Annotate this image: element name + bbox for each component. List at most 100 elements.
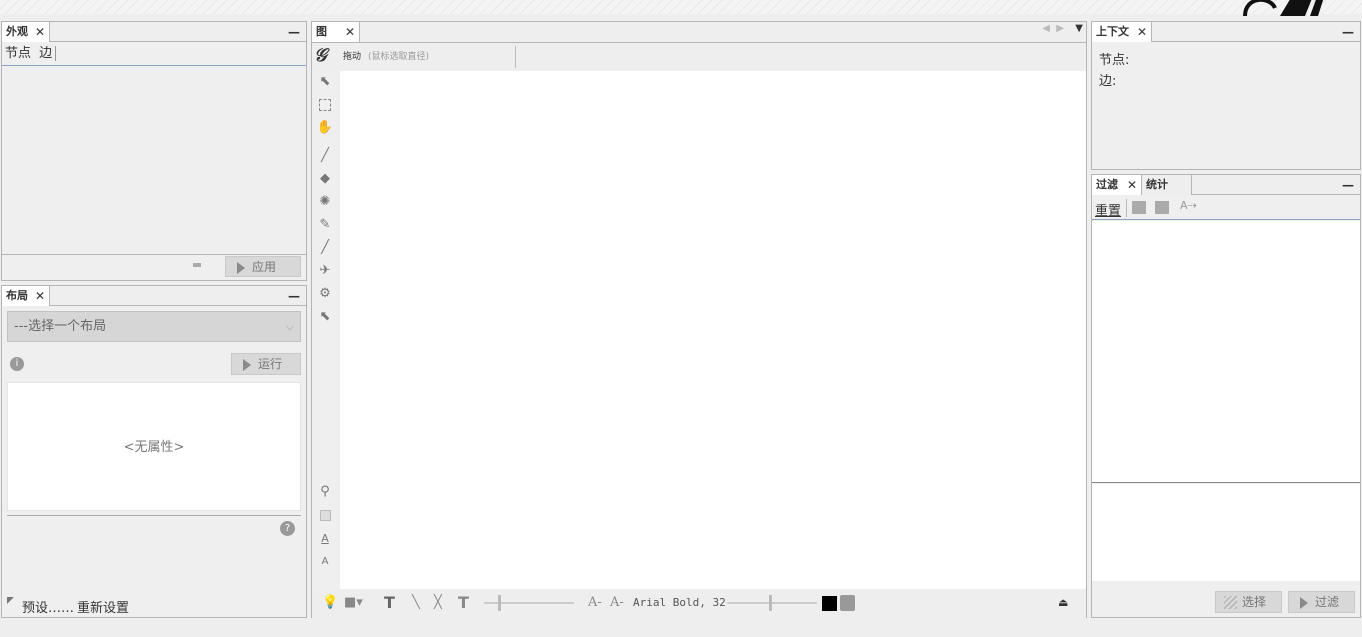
appearance-panel: 外观 ✕ — 节点 边 应用 <box>1 21 307 281</box>
tab-statistics-label: 统计 <box>1146 178 1168 191</box>
drag-label: 拖动 <box>343 52 362 62</box>
tab-statistics[interactable]: 统计 <box>1142 175 1192 195</box>
play-icon <box>1300 597 1308 609</box>
minimize-button[interactable]: — <box>288 286 300 306</box>
play-icon <box>237 262 245 274</box>
export-icon[interactable] <box>1132 201 1146 214</box>
reset-button[interactable]: 重置 <box>1095 200 1121 219</box>
context-nodes-label: 节点: <box>1099 53 1130 68</box>
slider-handle[interactable] <box>769 595 772 611</box>
minimize-button[interactable]: — <box>1342 175 1354 195</box>
apply-button[interactable]: 应用 <box>225 256 301 277</box>
apply-label: 应用 <box>252 260 277 274</box>
context-panel: 上下文 ✕ — 节点: 边: <box>1091 21 1361 170</box>
reset-settings-button[interactable]: 重新设置 <box>77 597 129 616</box>
logo <box>1243 0 1324 16</box>
tab-context[interactable]: 上下文 ✕ <box>1092 22 1152 42</box>
run-button[interactable]: 运行 <box>231 353 301 375</box>
close-icon[interactable]: ✕ <box>35 286 45 306</box>
appearance-subtabs: 节点 边 <box>2 43 306 66</box>
zoom-icon[interactable]: ⚲ <box>316 483 334 501</box>
node-size-slider[interactable] <box>484 595 574 611</box>
filter-label: 过滤 <box>1315 595 1340 609</box>
text-size-icon[interactable]: A <box>316 553 334 571</box>
info-icon[interactable]: i <box>10 357 24 371</box>
eject-icon[interactable]: ⏏ <box>1058 590 1068 616</box>
context-tabbar: 上下文 ✕ — <box>1092 22 1360 42</box>
close-icon[interactable]: ✕ <box>35 22 45 42</box>
graph-panel: 图 ✕ ◀ ▶ ▼ 𝒢 拖动 (鼠标选取直径) ⬉ ✋ ╱ ◆ ✺ ✎ ╱ ✈ … <box>311 21 1087 618</box>
slider-handle[interactable] <box>498 595 501 611</box>
paint-icon[interactable]: ◆ <box>316 170 334 188</box>
line-icon[interactable]: ╱ <box>316 239 334 257</box>
edges-subtab[interactable]: 边 <box>39 46 52 61</box>
camera-icon[interactable]: ■▾ <box>344 590 363 616</box>
gear-icon[interactable]: ⚙ <box>316 285 334 303</box>
filters-library[interactable] <box>1092 221 1360 483</box>
rectangle-select-icon[interactable] <box>316 96 334 114</box>
hand-icon[interactable]: ✋ <box>316 119 334 137</box>
gephi-icon: 𝒢 <box>314 45 327 66</box>
filters-tabbar: 过滤 ✕ 统计 — <box>1092 175 1360 195</box>
layout-select-value: ---选择一个布局 <box>14 319 107 334</box>
drag-hint: (鼠标选取直径) <box>368 52 430 62</box>
dropdown-icon[interactable]: ▼ <box>1075 22 1083 36</box>
separator <box>515 46 516 68</box>
tab-layout-label: 布局 <box>6 289 28 302</box>
chevron-down-icon: ⌵ <box>285 320 294 333</box>
help-pointer-icon[interactable]: ⬉ <box>316 308 334 326</box>
scroll-right-icon[interactable]: ▶ <box>1056 22 1064 36</box>
no-properties-text: <无属性> <box>123 440 185 455</box>
tab-filters-label: 过滤 <box>1096 178 1118 191</box>
select-label: 选择 <box>1242 595 1267 609</box>
lightbulb-icon[interactable]: 💡 <box>322 590 338 616</box>
plane-icon[interactable]: ✈ <box>316 262 334 280</box>
separator <box>1126 199 1127 217</box>
graph-tabbar: 图 ✕ ◀ ▶ ▼ <box>312 22 1086 42</box>
dots-icon[interactable] <box>193 263 201 267</box>
close-icon[interactable]: ✕ <box>345 22 355 42</box>
auto-refresh-icon[interactable]: A⇢ <box>1180 199 1197 212</box>
label-size-slider[interactable] <box>727 595 817 611</box>
tab-context-label: 上下文 <box>1096 25 1129 38</box>
close-icon[interactable]: ✕ <box>1137 22 1147 42</box>
edge-weight-icon[interactable]: ╳ <box>434 590 442 616</box>
run-label: 运行 <box>258 357 283 371</box>
font-label[interactable]: Arial Bold, 32 <box>633 590 726 616</box>
font-decrease-icon[interactable]: A- <box>588 590 602 616</box>
square-icon[interactable] <box>316 507 334 525</box>
filters-queries[interactable] <box>1092 484 1360 581</box>
minimize-button[interactable]: — <box>288 22 300 42</box>
text-color-icon[interactable]: A <box>316 530 334 548</box>
filters-toolbar: 重置 A⇢ <box>1092 196 1360 220</box>
appearance-tabbar: 外观 ✕ — <box>2 22 306 42</box>
scroll-left-icon[interactable]: ◀ <box>1042 22 1050 36</box>
close-icon[interactable]: ✕ <box>1127 175 1137 195</box>
color-swatch[interactable] <box>822 596 837 611</box>
graph-canvas[interactable] <box>340 71 1086 589</box>
presets-button[interactable]: 预设…… <box>22 597 74 616</box>
tab-graph-label: 图 <box>316 25 327 38</box>
nodes-subtab[interactable]: 节点 <box>5 46 31 61</box>
filters-panel: 过滤 ✕ 统计 — 重置 A⇢ 选择 过滤 <box>1091 174 1361 618</box>
properties-box: <无属性> <box>7 382 301 511</box>
minimize-button[interactable]: — <box>1342 22 1354 42</box>
layout-select[interactable]: ---选择一个布局 ⌵ <box>7 311 301 342</box>
pencil-icon[interactable]: ✎ <box>316 216 334 234</box>
font-increase-icon[interactable]: A- <box>610 590 624 616</box>
size-icon[interactable]: ✺ <box>316 193 334 211</box>
tab-layout[interactable]: 布局 ✕ <box>2 286 50 306</box>
tab-appearance[interactable]: 外观 ✕ <box>2 22 50 42</box>
brush-icon[interactable]: ╱ <box>316 147 334 165</box>
edge-label-icon[interactable]: T <box>458 590 469 616</box>
tab-filters[interactable]: 过滤 ✕ <box>1092 175 1142 195</box>
select-button[interactable]: 选择 <box>1215 591 1282 613</box>
tab-graph[interactable]: 图 ✕ <box>312 22 360 42</box>
filter-button[interactable]: 过滤 <box>1288 591 1355 613</box>
text-icon[interactable]: T <box>384 590 395 616</box>
edge-icon[interactable]: ╲ <box>412 590 420 616</box>
import-icon[interactable] <box>1155 201 1169 214</box>
pointer-icon[interactable]: ⬉ <box>316 73 334 91</box>
help-icon[interactable]: ? <box>280 521 295 536</box>
layers-icon[interactable] <box>840 595 855 611</box>
